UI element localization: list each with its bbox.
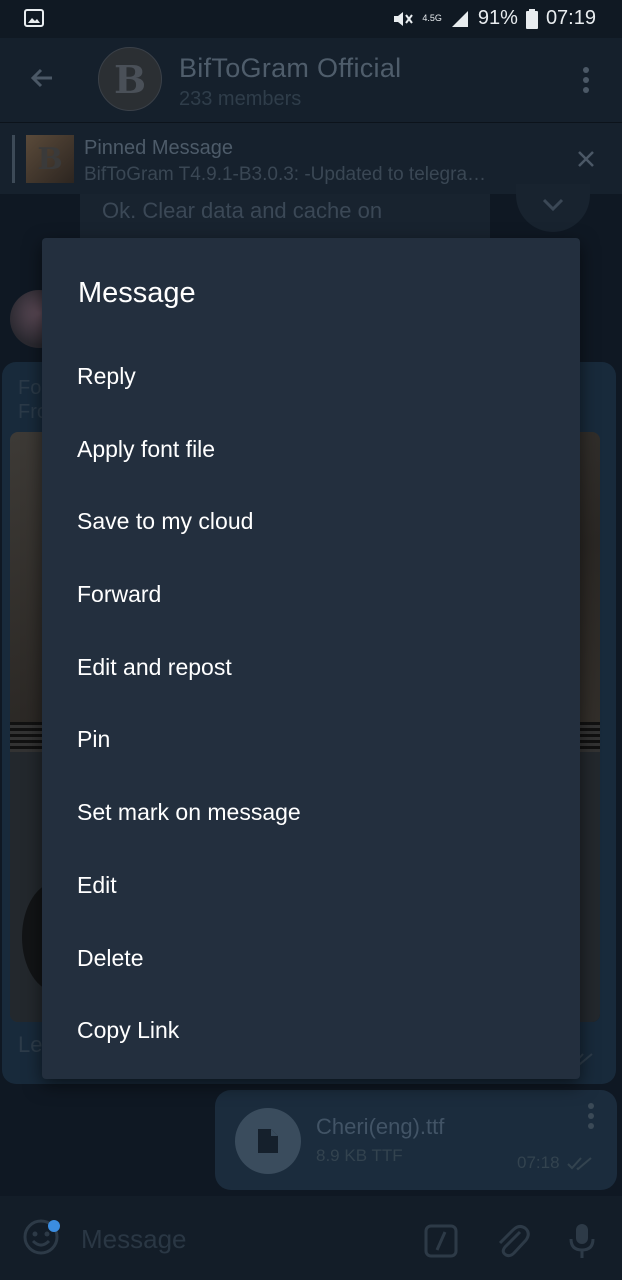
battery-percent: 91% <box>477 7 518 29</box>
clock: 07:19 <box>545 7 596 29</box>
mute-icon <box>394 11 414 26</box>
pinned-text: BifToGram T4.9.1-B3.0.3: -Updated to tel… <box>84 164 487 185</box>
menu-item-copy-link[interactable]: Copy Link <box>42 994 580 1067</box>
message-input[interactable] <box>79 1220 403 1258</box>
menu-item-save-to-cloud[interactable]: Save to my cloud <box>42 485 580 558</box>
signal-icon <box>451 10 468 27</box>
menu-item-edit[interactable]: Edit <box>42 849 580 922</box>
menu-item-pin[interactable]: Pin <box>42 703 580 776</box>
forwarded-label-line1: Fo <box>18 377 42 399</box>
channel-avatar[interactable]: B <box>98 47 162 111</box>
message-text: Ok. Clear data and cache on <box>102 198 383 223</box>
file-message[interactable]: Cheri(eng).ttf 8.9 KB TTF 07:18 <box>215 1090 617 1190</box>
more-vert-icon[interactable] <box>585 1102 597 1130</box>
battery-icon <box>525 8 538 29</box>
chat-header: B BifToGram Official 233 members <box>0 38 622 122</box>
file-name: Cheri(eng).ttf <box>316 1114 445 1139</box>
chat-title[interactable]: BifToGram Official <box>179 53 401 84</box>
menu-item-apply-font-file[interactable]: Apply font file <box>42 413 580 486</box>
back-arrow-icon[interactable] <box>26 62 58 94</box>
dialog-title: Message <box>78 277 196 309</box>
paperclip-icon[interactable] <box>494 1222 530 1260</box>
file-download-button[interactable] <box>235 1108 301 1174</box>
options-list: Reply Apply font file Save to my cloud F… <box>42 340 580 1067</box>
scroll-down-button[interactable] <box>516 184 590 232</box>
pinned-thumbnail: B <box>26 135 74 183</box>
forwarded-caption: Le <box>18 1032 43 1057</box>
pinned-indicator <box>12 135 15 183</box>
avatar-letter: B <box>113 56 147 102</box>
gallery-icon <box>24 9 44 27</box>
microphone-icon[interactable] <box>566 1222 598 1260</box>
pinned-title: Pinned Message <box>84 137 233 159</box>
network-type: 4.5G <box>422 13 442 23</box>
status-bar: 4.5G 91% 07:19 <box>0 0 622 38</box>
menu-item-reply[interactable]: Reply <box>42 340 580 413</box>
composer <box>0 1196 622 1280</box>
notification-dot <box>48 1220 60 1232</box>
menu-item-edit-and-repost[interactable]: Edit and repost <box>42 631 580 704</box>
menu-item-forward[interactable]: Forward <box>42 558 580 631</box>
menu-item-delete[interactable]: Delete <box>42 922 580 995</box>
close-icon[interactable] <box>576 149 596 169</box>
more-vert-icon[interactable] <box>574 64 598 96</box>
member-count: 233 members <box>179 88 302 110</box>
slash-command-icon[interactable] <box>424 1224 458 1258</box>
chevron-down-icon <box>542 198 564 212</box>
message-time: 07:18 <box>517 1153 560 1172</box>
file-icon <box>258 1129 278 1153</box>
menu-item-set-mark[interactable]: Set mark on message <box>42 776 580 849</box>
double-check-icon <box>567 1157 592 1171</box>
file-size: 8.9 KB TTF <box>316 1146 403 1165</box>
message-options-dialog: Message Reply Apply font file Save to my… <box>42 238 580 1079</box>
